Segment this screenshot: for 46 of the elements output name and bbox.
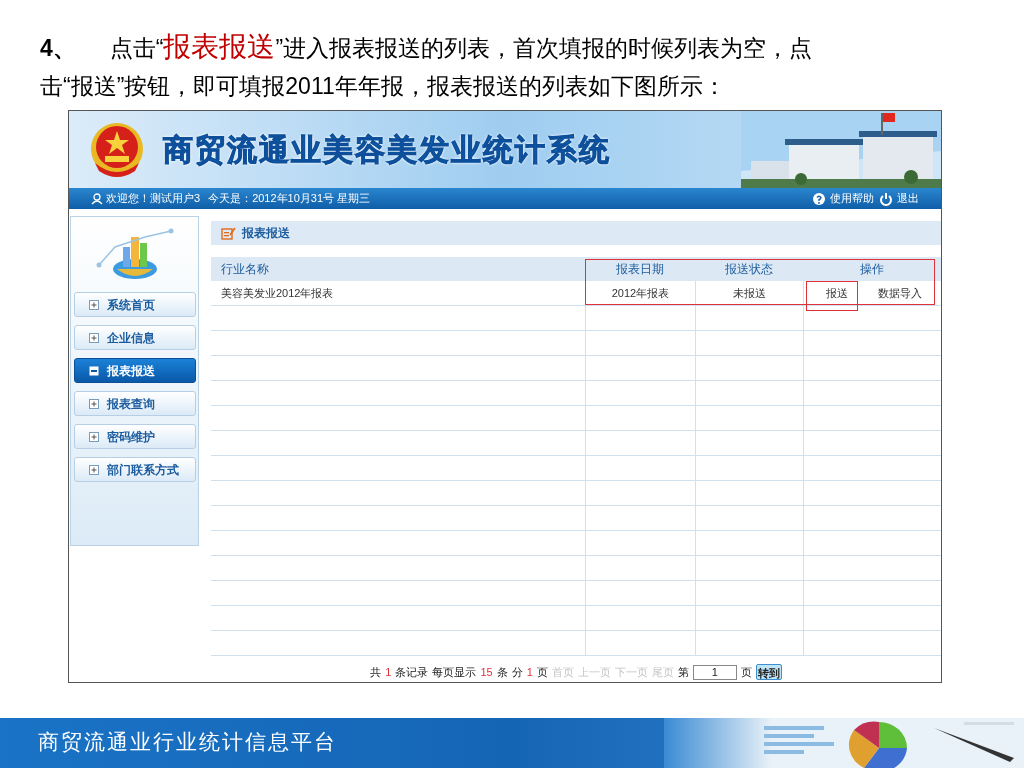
sidebar-item[interactable]: 报表查询 [73, 391, 196, 416]
sidebar-item[interactable]: 报表报送 [73, 358, 196, 383]
column-header: 行业名称 [220, 261, 270, 278]
pager-text: 第 [677, 664, 689, 680]
system-title: 商贸流通业美容美发业统计系统 [163, 132, 611, 168]
sidebar-item[interactable]: 部门联系方式 [73, 457, 196, 482]
table-cell-text: 美容美发业2012年报表 [220, 285, 335, 301]
plus-icon [88, 332, 99, 343]
power-icon [879, 191, 893, 206]
action-link[interactable]: 报送 [826, 284, 848, 302]
sidebar-item[interactable]: 企业信息 [73, 325, 196, 350]
pager-text: 页 [536, 664, 548, 680]
pager-text: 页 [740, 664, 752, 680]
pager-text: 条记录 [395, 664, 429, 680]
table-cell: 未报送 [695, 281, 803, 305]
plus-icon [88, 299, 99, 310]
edit-icon [221, 226, 236, 240]
minus-icon [88, 365, 99, 376]
section-title: 报表报送 [242, 225, 290, 242]
page-input[interactable]: 1 [692, 664, 737, 680]
date-text: 今天是：2012年10月31号 星期三 [208, 191, 371, 207]
action-link[interactable]: 数据导入 [878, 284, 922, 302]
pager-text: 每页显示 [432, 664, 477, 680]
welcome-text: 欢迎您！测试用户3 [106, 191, 201, 207]
pager-text: 条 [496, 664, 508, 680]
help-icon [812, 191, 826, 206]
record-count: 15 [480, 664, 493, 680]
pager-text: 共 [370, 664, 382, 680]
footer-title: 商贸流通业行业统计信息平台 [38, 729, 337, 757]
sidebar-item[interactable]: 密码维护 [73, 424, 196, 449]
record-count: 1 [385, 664, 392, 680]
plus-icon [88, 398, 99, 409]
record-count: 1 [526, 664, 533, 680]
instruction-text: 4、 点击“报表报送”进入报表报送的列表，首次填报的时候列表为空，点击“报送”按钮，即可填报2011年年报，报表报送的列表如下图所示： [40, 30, 814, 101]
column-header: 操作 [859, 261, 885, 278]
plus-icon [88, 464, 99, 475]
table-cell: 2012年报表 [585, 281, 695, 305]
go-button[interactable]: 转到 [755, 664, 782, 680]
pager-text: 分 [511, 664, 523, 680]
column-header: 报表日期 [615, 261, 665, 278]
sidebar-item[interactable]: 系统首页 [73, 292, 196, 317]
user-icon [91, 192, 103, 205]
help-link[interactable]: 使用帮助 [830, 190, 874, 207]
column-header: 报送状态 [724, 261, 774, 278]
plus-icon [88, 431, 99, 442]
logout-link[interactable]: 退出 [897, 190, 919, 207]
